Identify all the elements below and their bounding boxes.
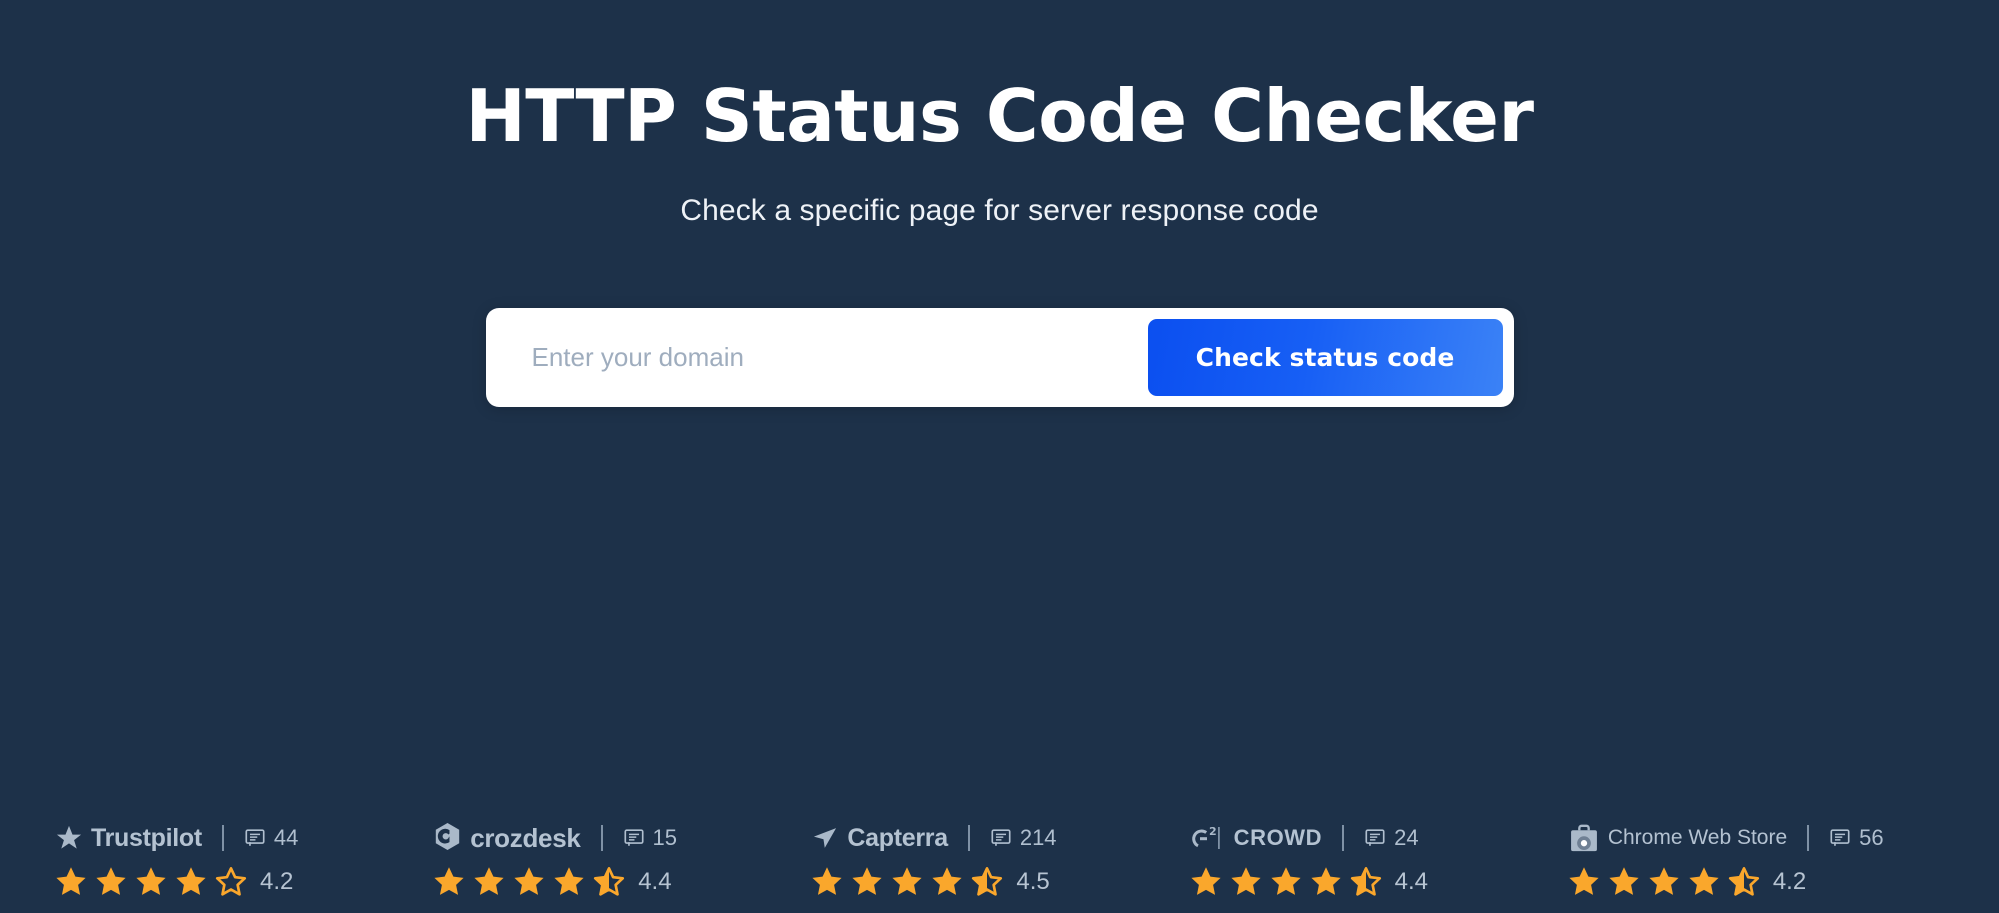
badge-divider — [1342, 825, 1345, 851]
star-filled-icon — [176, 867, 206, 895]
badge-stars: 4.2 — [1567, 865, 1945, 899]
star-filled-icon — [474, 867, 504, 895]
star-filled-icon — [1689, 867, 1719, 895]
comment-icon — [991, 829, 1011, 846]
badge-header: Capterra 214 — [810, 818, 1188, 858]
badge-header: crozdesk 15 — [432, 818, 810, 858]
badge-review-count: 56 — [1859, 825, 1884, 850]
review-badge-trustpilot[interactable]: Trustpilot 44 4.2 — [54, 818, 432, 899]
badge-logo-label: Chrome Web Store — [1607, 826, 1788, 849]
star-filled-icon — [434, 867, 464, 895]
star-filled-icon — [1271, 867, 1301, 895]
badge-reviews: 24 — [1364, 825, 1419, 851]
badge-divider — [221, 825, 224, 851]
review-badge-capterra[interactable]: Capterra 214 4.5 — [810, 818, 1188, 899]
badge-rating: 4.4 — [638, 868, 672, 895]
star-half-icon — [594, 867, 625, 896]
comment-icon — [245, 829, 265, 846]
crozdesk-logo: crozdesk — [432, 822, 581, 854]
review-badge-g2crowd[interactable]: 2 CROWD 24 4.4 — [1189, 818, 1567, 899]
chrome-web-store-logo: Chrome Web Store — [1567, 822, 1787, 855]
badge-header: Chrome Web Store 56 — [1567, 818, 1945, 858]
badge-review-count: 15 — [652, 825, 678, 850]
star-filled-icon — [136, 867, 166, 895]
badge-review-count: 214 — [1019, 825, 1057, 850]
badge-reviews: 44 — [244, 825, 298, 851]
star-filled-icon — [1311, 867, 1341, 895]
star-filled-icon — [1609, 867, 1639, 895]
badge-rating: 4.2 — [1772, 868, 1807, 895]
badge-rating: 4.4 — [1394, 868, 1428, 895]
comment-icon — [1830, 829, 1850, 846]
badge-logo-label: Trustpilot — [91, 823, 202, 852]
badge-reviews: 15 — [623, 825, 677, 851]
badge-stars: 4.2 — [54, 865, 432, 899]
page-title: HTTP Status Code Checker — [465, 74, 1534, 158]
star-filled-icon — [554, 867, 584, 895]
badge-reviews: 214 — [990, 825, 1057, 851]
star-half-icon — [972, 867, 1003, 896]
badge-logo-label: CROWD — [1233, 825, 1323, 850]
badge-header: Trustpilot 44 — [54, 818, 432, 858]
svg-text:2: 2 — [1209, 825, 1217, 838]
star-filled-icon — [892, 867, 922, 895]
badge-divider — [967, 825, 970, 851]
badge-logo-label: Capterra — [847, 823, 948, 852]
badge-divider — [600, 825, 603, 851]
capterra-logo: Capterra — [810, 823, 948, 853]
review-badge-crozdesk[interactable]: crozdesk 15 4.4 — [432, 818, 810, 899]
badge-logo-label: crozdesk — [470, 822, 581, 853]
star-filled-icon — [932, 867, 962, 895]
page-subtitle: Check a specific page for server respons… — [680, 194, 1319, 228]
badge-stars: 4.4 — [432, 865, 810, 899]
domain-check-form: Check status code — [485, 308, 1514, 407]
star-filled-icon — [514, 867, 544, 895]
star-half-icon — [1350, 867, 1381, 896]
star-half-icon — [1728, 867, 1759, 896]
badge-header: 2 CROWD 24 — [1189, 818, 1567, 858]
badge-stars: 4.5 — [810, 865, 1188, 899]
star-empty-icon — [215, 867, 247, 896]
comment-icon — [1365, 829, 1385, 846]
hero-section: HTTP Status Code Checker Check a specifi… — [0, 0, 1999, 228]
badge-rating: 4.5 — [1016, 868, 1050, 895]
badge-reviews: 56 — [1829, 825, 1884, 851]
trustpilot-star-icon — [56, 825, 82, 849]
chrome-web-store-bag-icon — [1570, 824, 1597, 851]
g2-logo-icon: 2 — [1191, 825, 1220, 849]
star-filled-icon — [1569, 867, 1599, 895]
badge-stars: 4.4 — [1189, 865, 1567, 899]
star-filled-icon — [1231, 867, 1261, 895]
g2crowd-logo: 2 CROWD — [1189, 823, 1323, 853]
trustpilot-logo: Trustpilot — [54, 824, 202, 853]
crozdesk-hexagon-icon — [436, 822, 460, 851]
badge-review-count: 24 — [1394, 825, 1419, 850]
star-filled-icon — [1649, 867, 1679, 895]
review-badges: Trustpilot 44 4.2 crozdesk 15 4.4 Capter… — [0, 818, 1999, 899]
star-filled-icon — [1191, 867, 1221, 895]
page-root: HTTP Status Code Checker Check a specifi… — [0, 0, 1999, 913]
star-filled-icon — [812, 867, 842, 895]
star-filled-icon — [96, 867, 126, 895]
review-badge-chrome-web-store[interactable]: Chrome Web Store 56 4.2 — [1567, 818, 1945, 899]
star-filled-icon — [56, 867, 86, 895]
check-status-code-button[interactable]: Check status code — [1147, 319, 1503, 396]
capterra-arrow-icon — [814, 828, 837, 848]
badge-rating: 4.2 — [260, 868, 294, 895]
badge-divider — [1807, 825, 1810, 851]
search-section: Check status code — [485, 308, 1514, 407]
star-filled-icon — [852, 867, 882, 895]
badge-review-count: 44 — [273, 825, 299, 850]
domain-input[interactable] — [496, 319, 1148, 396]
comment-icon — [623, 829, 644, 846]
